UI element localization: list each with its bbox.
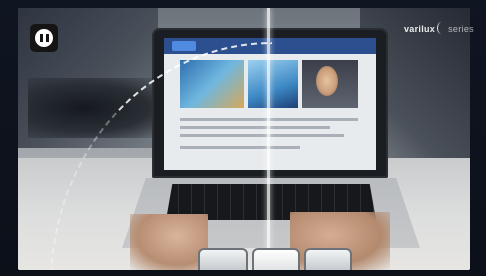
brand-swoosh-icon (437, 22, 446, 34)
pause-button[interactable] (30, 24, 58, 52)
brand-sub-text: series (448, 24, 474, 34)
eyeglass-bridge-lens (252, 248, 300, 270)
video-player: varilux series (0, 0, 486, 276)
website-portrait (316, 66, 338, 96)
split-divider-line (267, 8, 270, 270)
pause-icon (35, 29, 53, 47)
eyeglass-lens-right (304, 248, 352, 270)
website-logo (172, 41, 196, 51)
brand-watermark: varilux series (404, 22, 474, 36)
eyeglass-lens-left (198, 248, 248, 270)
video-frame[interactable] (18, 8, 470, 270)
brand-main-text: varilux (404, 24, 436, 34)
